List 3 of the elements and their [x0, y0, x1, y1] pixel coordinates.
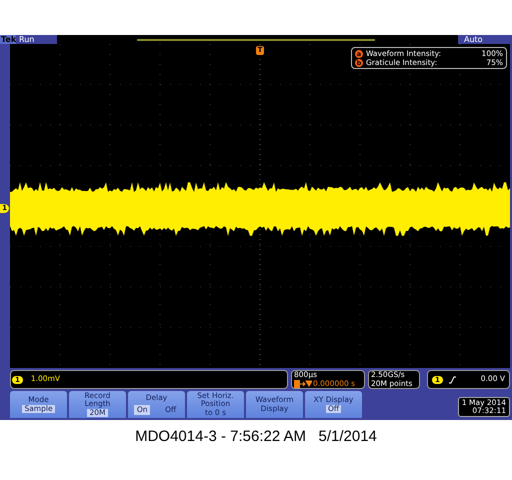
- run-status: Run: [18, 35, 36, 44]
- brand-logo: Tek: [0, 35, 16, 44]
- caption: MDO4014-3 - 7:56:22 AM 5/1/2014: [134, 428, 378, 445]
